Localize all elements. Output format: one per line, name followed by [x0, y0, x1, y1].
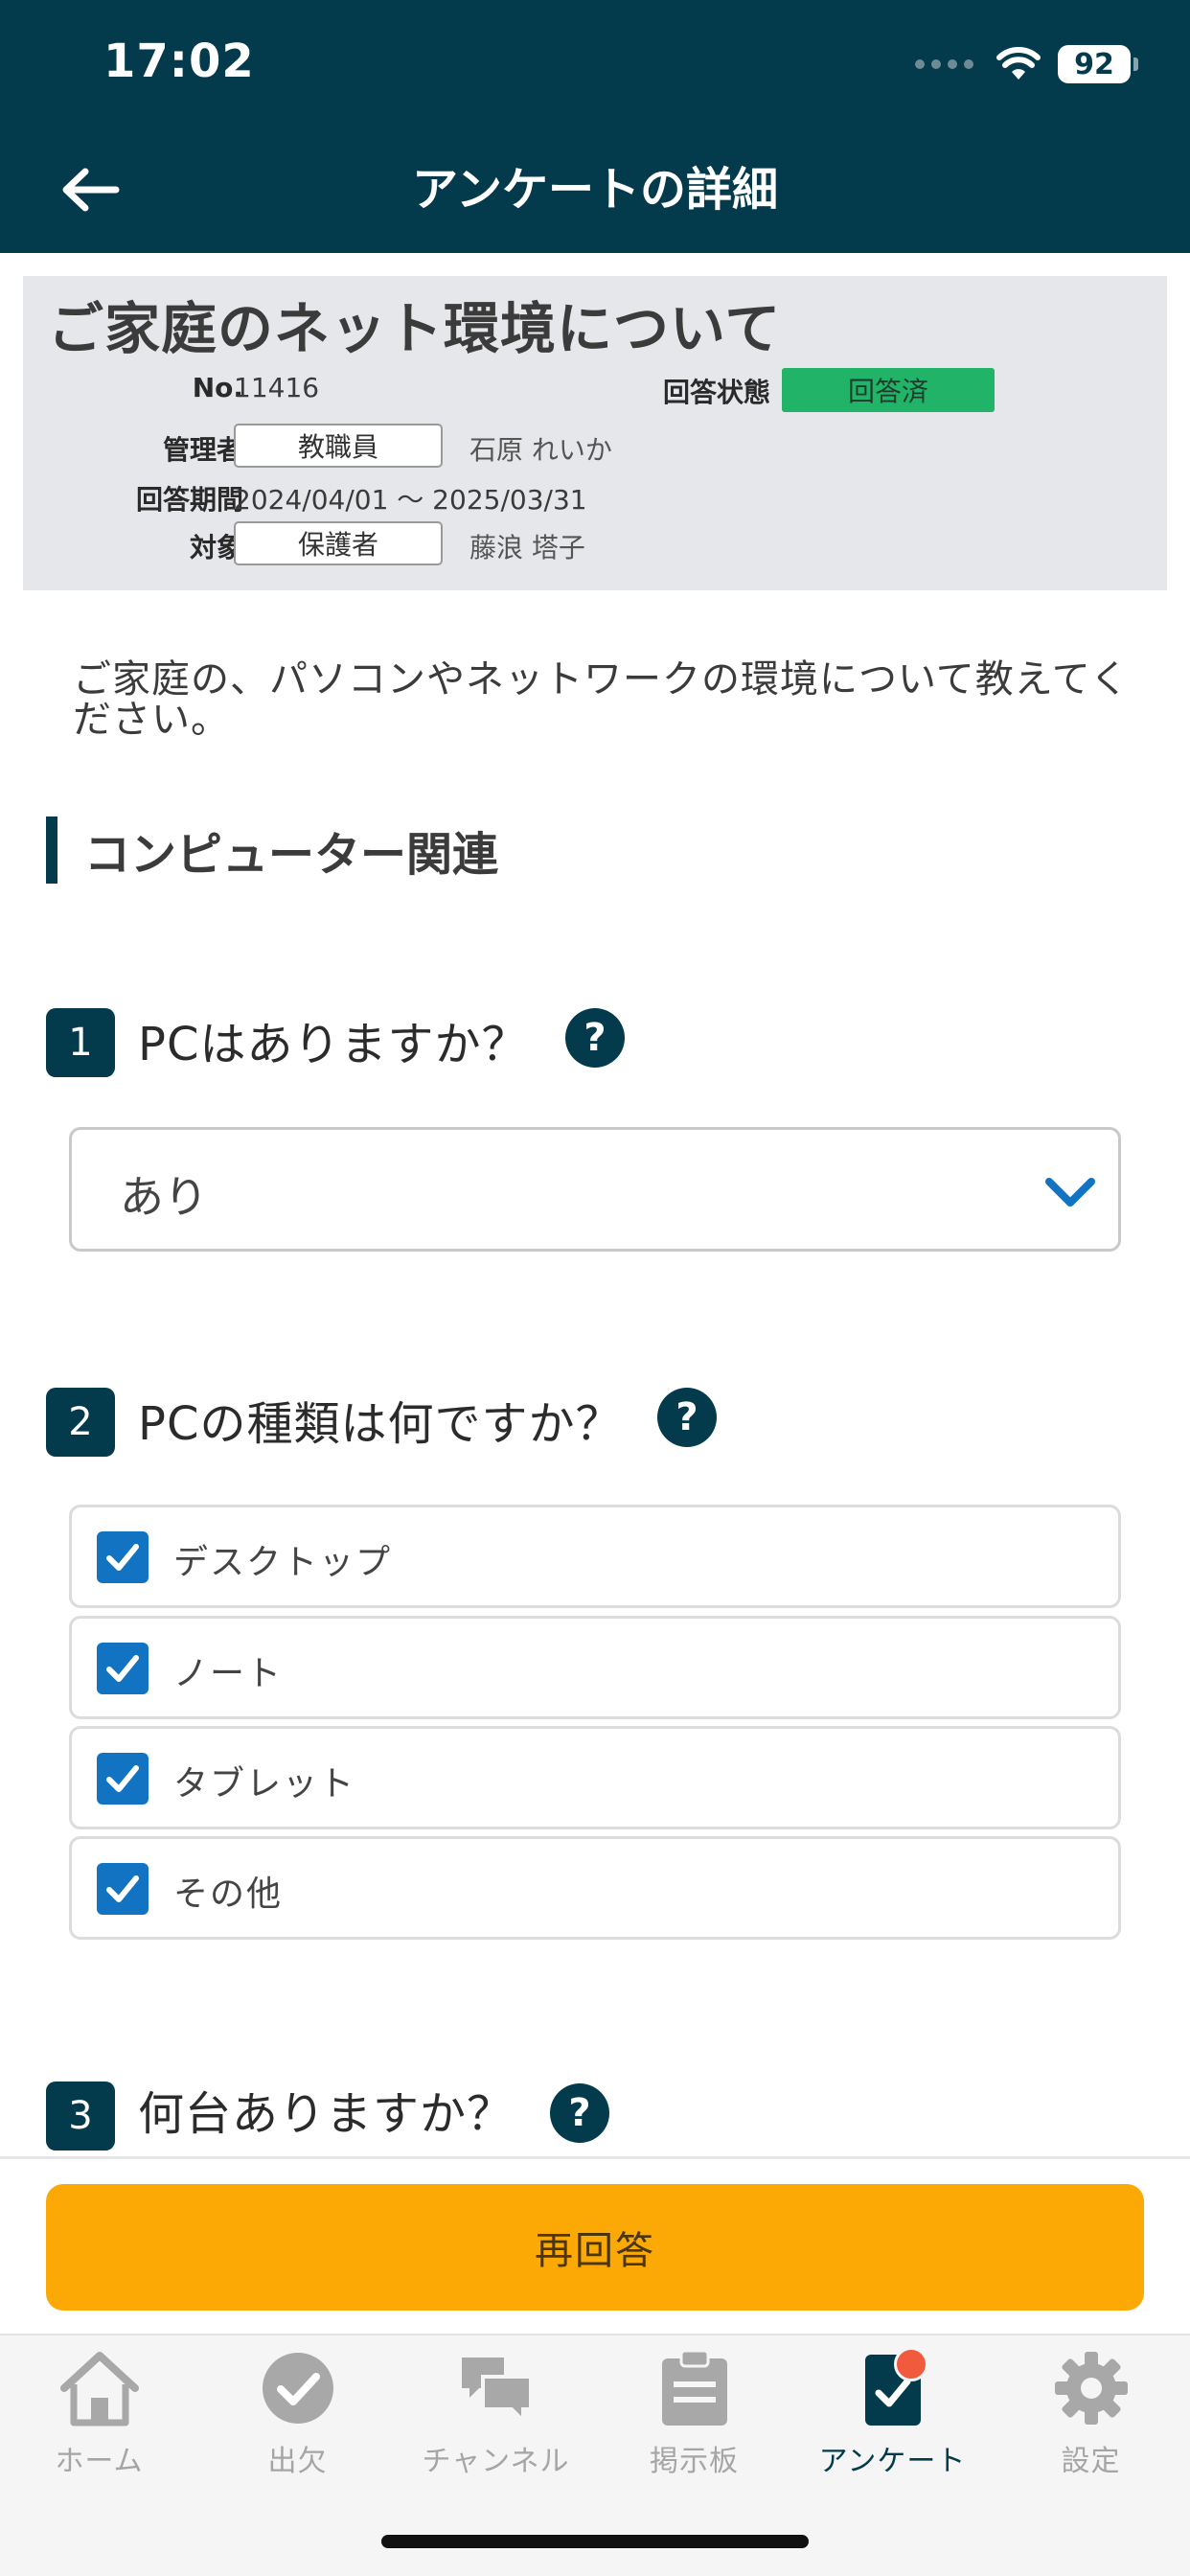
- gear-icon: [1048, 2345, 1134, 2431]
- manager-name: 石原 れいか: [469, 434, 612, 466]
- tab-settings[interactable]: 設定: [992, 2345, 1190, 2489]
- tab-label: 設定: [1061, 2445, 1121, 2478]
- answer-period-label: 回答期間: [135, 484, 243, 516]
- question-number: 1: [46, 1008, 115, 1077]
- chevron-down-icon: [1045, 1178, 1095, 1207]
- option-label: タブレット: [173, 1764, 356, 1804]
- survey-no-value: 11416: [234, 372, 320, 403]
- survey-title: ご家庭のネット環境について: [48, 296, 782, 361]
- question-text: PCはありますか？: [138, 1018, 529, 1071]
- checkbox-option[interactable]: タブレット: [69, 1726, 1121, 1829]
- checkbox-checked-icon[interactable]: [97, 1753, 149, 1805]
- answer-status-badge: 回答済: [782, 368, 995, 412]
- wifi-icon: [996, 47, 1041, 81]
- option-label: その他: [173, 1874, 284, 1914]
- notification-dot: [893, 2347, 928, 2381]
- help-icon[interactable]: ?: [657, 1388, 717, 1447]
- action-bar: 再回答: [0, 2159, 1190, 2334]
- status-indicators: 92: [915, 40, 1138, 88]
- answer-period-value: 2024/04/01 〜 2025/03/31: [234, 484, 587, 516]
- select-value: あり: [120, 1171, 208, 1223]
- tab-label: チャンネル: [422, 2445, 570, 2478]
- checkbox-option[interactable]: その他: [69, 1836, 1121, 1940]
- checkbox-option[interactable]: ノート: [69, 1616, 1121, 1719]
- question-text: 何台ありますか？: [138, 2087, 515, 2141]
- tab-label: ホーム: [55, 2445, 144, 2478]
- target-name: 藤浪 塔子: [469, 532, 585, 564]
- tab-label: 掲示板: [650, 2445, 739, 2478]
- manager-label: 管理者: [162, 434, 243, 466]
- reanswer-button[interactable]: 再回答: [46, 2184, 1144, 2311]
- survey-no-label: No.: [192, 372, 243, 403]
- tab-label: アンケート: [818, 2445, 967, 2478]
- checkbox-option[interactable]: デスクトップ: [69, 1505, 1121, 1608]
- help-icon[interactable]: ?: [550, 2083, 609, 2143]
- section-heading: コンピューター関連: [46, 816, 498, 884]
- option-label: デスクトップ: [173, 1543, 393, 1582]
- checkbox-checked-icon[interactable]: [97, 1643, 149, 1694]
- survey-summary-card: ご家庭のネット環境について No. 11416 回答状態 回答済 管理者 教職員…: [23, 276, 1167, 590]
- tab-survey[interactable]: アンケート: [793, 2345, 992, 2489]
- home-icon: [57, 2345, 143, 2431]
- answer-select[interactable]: あり: [69, 1127, 1121, 1252]
- survey-icon: [850, 2345, 936, 2431]
- tab-channel[interactable]: チャンネル: [397, 2345, 595, 2489]
- checkbox-checked-icon[interactable]: [97, 1863, 149, 1915]
- survey-detail-screen: 17:02 92 アンケートの詳細 ご家庭のネット環境について No. 1141…: [0, 0, 1190, 2576]
- tab-bulletin-board[interactable]: 掲示板: [595, 2345, 793, 2489]
- checkbox-checked-icon[interactable]: [97, 1531, 149, 1583]
- tab-label: 出欠: [267, 2445, 328, 2478]
- check-circle-icon: [255, 2345, 341, 2431]
- question-text: PCの種類は何ですか？: [138, 1397, 623, 1451]
- tab-attendance[interactable]: 出欠: [198, 2345, 397, 2489]
- cellular-signal-icon: [915, 59, 973, 69]
- target-label: 対象: [189, 532, 243, 564]
- manager-role-box: 教職員: [234, 424, 443, 468]
- survey-description: ご家庭の、パソコンやネットワークの環境について教えてください。: [73, 657, 1130, 742]
- status-time: 17:02: [103, 34, 255, 88]
- battery-icon: 92: [1058, 45, 1138, 83]
- clipboard-icon: [652, 2345, 738, 2431]
- tab-home[interactable]: ホーム: [0, 2345, 198, 2489]
- question-number: 3: [46, 2082, 115, 2150]
- home-indicator: [381, 2535, 809, 2548]
- page-title: アンケートの詳細: [411, 163, 779, 217]
- answer-status-label: 回答状態: [662, 377, 770, 408]
- option-label: ノート: [173, 1654, 284, 1693]
- question-number: 2: [46, 1388, 115, 1457]
- app-header: 17:02 92 アンケートの詳細: [0, 0, 1190, 253]
- chat-bubbles-icon: [453, 2345, 539, 2431]
- help-icon[interactable]: ?: [565, 1008, 625, 1068]
- target-role-box: 保護者: [234, 521, 443, 565]
